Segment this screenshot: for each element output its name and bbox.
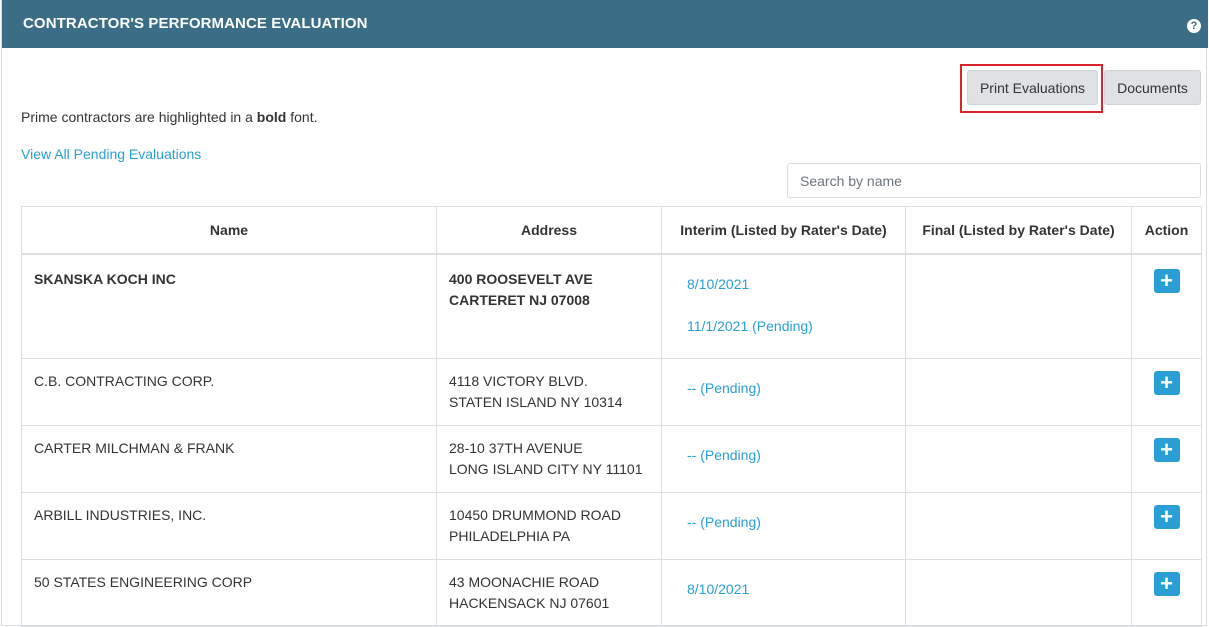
- address-line-2: STATEN ISLAND NY 10314: [449, 393, 623, 410]
- add-evaluation-icon[interactable]: +: [1153, 504, 1180, 529]
- contractor-name: CARTER MILCHMAN & FRANK: [21, 424, 437, 493]
- action-cell: +: [1131, 491, 1202, 560]
- add-evaluation-icon[interactable]: +: [1153, 370, 1180, 395]
- final-cell: [905, 491, 1132, 560]
- search-input[interactable]: [787, 163, 1201, 198]
- address-line-1: 400 ROOSEVELT AVE: [449, 270, 593, 287]
- column-header-name: Name: [21, 206, 437, 255]
- table-row: SKANSKA KOCH INC 400 ROOSEVELT AVE CARTER…: [21, 253, 1202, 359]
- action-cell: +: [1131, 558, 1202, 627]
- note-prefix: Prime contractors are highlighted in a: [21, 109, 257, 125]
- view-all-pending-link[interactable]: View All Pending Evaluations: [21, 146, 201, 162]
- column-header-interim: Interim (Listed by Rater's Date): [661, 206, 906, 255]
- interim-link[interactable]: 8/10/2021: [687, 274, 893, 295]
- interim-link[interactable]: 8/10/2021: [687, 579, 893, 600]
- contractor-name: C.B. CONTRACTING CORP.: [21, 357, 437, 426]
- interim-link[interactable]: -- (Pending): [687, 512, 893, 533]
- contractor-address: 43 MOONACHIE ROAD HACKENSACK NJ 07601: [436, 558, 662, 627]
- note-bold-word: bold: [256, 109, 287, 125]
- address-line-2: LONG ISLAND CITY NY 11101: [449, 460, 643, 477]
- add-evaluation-icon[interactable]: +: [1153, 571, 1180, 596]
- contractor-address: 10450 DRUMMOND ROAD PHILADELPHIA PA: [436, 491, 662, 560]
- interim-link[interactable]: -- (Pending): [687, 378, 893, 399]
- address-line-1: 28-10 37TH AVENUE: [449, 439, 583, 456]
- address-line-2: CARTERET NJ 07008: [449, 291, 590, 308]
- address-line-2: PHILADELPHIA PA: [449, 527, 571, 544]
- final-cell: [905, 558, 1132, 627]
- panel-header: CONTRACTOR'S PERFORMANCE EVALUATION ?: [2, 0, 1208, 48]
- column-header-address: Address: [436, 206, 662, 255]
- address-line-1: 10450 DRUMMOND ROAD: [449, 506, 621, 523]
- interim-cell: -- (Pending): [661, 357, 906, 426]
- address-line-1: 43 MOONACHIE ROAD: [449, 573, 600, 590]
- contractor-name: 50 STATES ENGINEERING CORP: [21, 558, 437, 627]
- add-evaluation-icon[interactable]: +: [1153, 268, 1180, 293]
- contractor-name: ARBILL INDUSTRIES, INC.: [21, 491, 437, 560]
- action-cell: +: [1131, 424, 1202, 493]
- table-row: 50 STATES ENGINEERING CORP 43 MOONACHIE …: [21, 558, 1202, 627]
- note-suffix: font.: [286, 109, 318, 125]
- prime-contractor-note: Prime contractors are highlighted in a b…: [21, 109, 317, 125]
- address-line-1: 4118 VICTORY BLVD.: [449, 372, 588, 389]
- action-cell: +: [1131, 253, 1202, 359]
- interim-cell: 8/10/2021: [661, 558, 906, 627]
- contractor-address: 28-10 37TH AVENUE LONG ISLAND CITY NY 111…: [436, 424, 662, 493]
- help-icon[interactable]: ?: [1187, 19, 1201, 33]
- final-cell: [905, 253, 1132, 359]
- contractors-table: Name Address Interim (Listed by Rater's …: [21, 206, 1202, 627]
- contractor-address: 4118 VICTORY BLVD. STATEN ISLAND NY 10314: [436, 357, 662, 426]
- table-row: ARBILL INDUSTRIES, INC. 10450 DRUMMOND R…: [21, 491, 1202, 560]
- print-evaluations-button[interactable]: Print Evaluations: [967, 70, 1098, 105]
- table-row: C.B. CONTRACTING CORP. 4118 VICTORY BLVD…: [21, 357, 1202, 426]
- documents-button[interactable]: Documents: [1104, 70, 1201, 105]
- page-title: CONTRACTOR'S PERFORMANCE EVALUATION: [23, 15, 368, 32]
- table-header-row: Name Address Interim (Listed by Rater's …: [21, 206, 1202, 255]
- column-header-final: Final (Listed by Rater's Date): [905, 206, 1132, 255]
- table-row: CARTER MILCHMAN & FRANK 28-10 37TH AVENU…: [21, 424, 1202, 493]
- interim-link[interactable]: 11/1/2021 (Pending): [687, 316, 893, 337]
- interim-cell: -- (Pending): [661, 491, 906, 560]
- contractor-name: SKANSKA KOCH INC: [21, 253, 437, 359]
- final-cell: [905, 424, 1132, 493]
- address-line-2: HACKENSACK NJ 07601: [449, 594, 610, 611]
- final-cell: [905, 357, 1132, 426]
- add-evaluation-icon[interactable]: +: [1153, 437, 1180, 462]
- interim-cell: -- (Pending): [661, 424, 906, 493]
- interim-link[interactable]: -- (Pending): [687, 445, 893, 466]
- column-header-action: Action: [1131, 206, 1202, 255]
- interim-cell: 8/10/2021 11/1/2021 (Pending): [661, 253, 906, 359]
- action-cell: +: [1131, 357, 1202, 426]
- contractor-address: 400 ROOSEVELT AVE CARTERET NJ 07008: [436, 253, 662, 359]
